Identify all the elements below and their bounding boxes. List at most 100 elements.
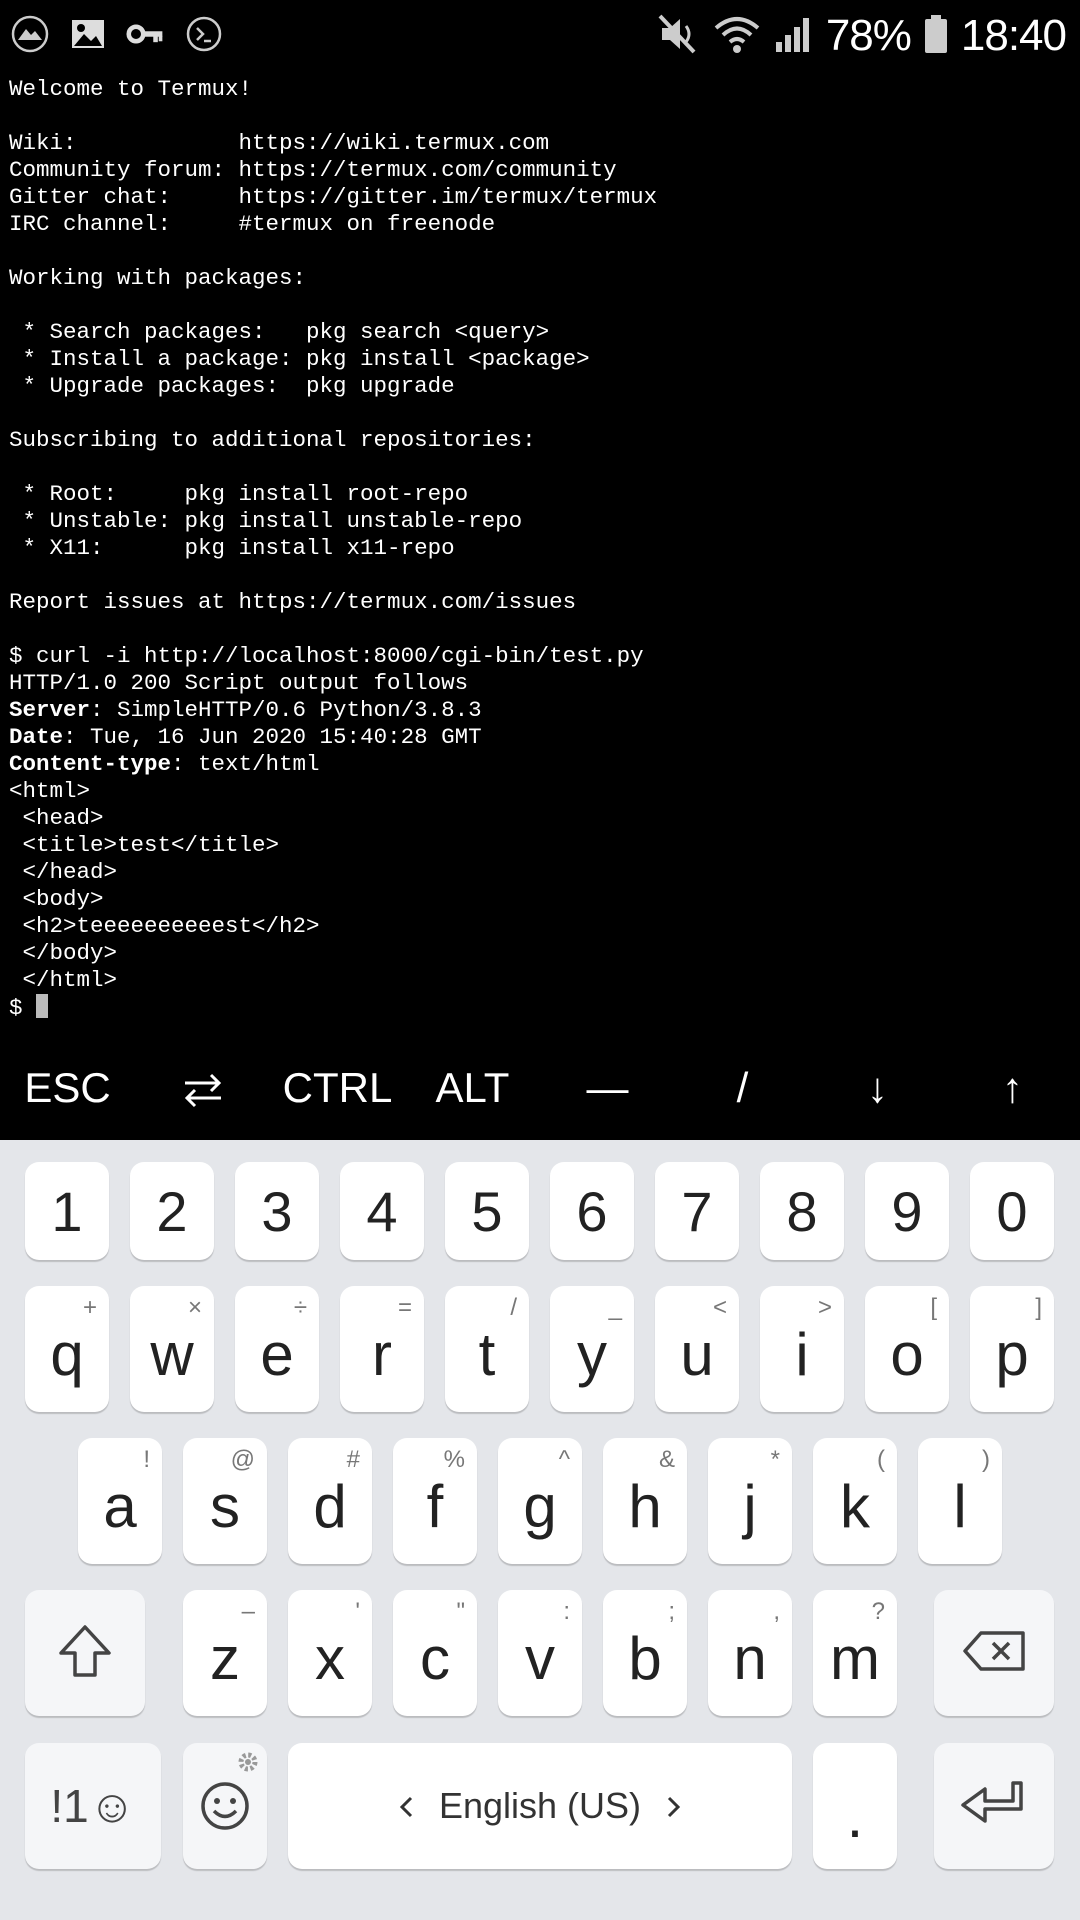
shift-key[interactable] xyxy=(25,1590,145,1716)
key-x[interactable]: x ' xyxy=(288,1590,372,1716)
terminal-line: * Search packages: pkg search <query> xyxy=(9,319,1071,346)
status-bar: 78% 18:40 xyxy=(0,0,1080,72)
slash-key[interactable]: / xyxy=(675,1064,810,1112)
ctrl-key[interactable]: CTRL xyxy=(270,1064,405,1112)
dash-key[interactable]: — xyxy=(540,1064,675,1112)
space-key[interactable]: English (US) xyxy=(288,1743,792,1869)
key-a[interactable]: a! xyxy=(78,1438,162,1564)
cursor xyxy=(36,994,49,1018)
terminal-text: * Search packages: pkg search <query> xyxy=(9,319,550,345)
key-i[interactable]: i > xyxy=(760,1286,844,1412)
key-alt-symbol: & xyxy=(658,1446,675,1473)
key-alt-symbol: , xyxy=(773,1598,780,1625)
terminal-line: Subscribing to additional repositories: xyxy=(9,427,1071,454)
prompt: $ xyxy=(9,995,37,1021)
esc-key[interactable]: ESC xyxy=(0,1064,135,1112)
key-label: 2 xyxy=(156,1179,188,1243)
key-0[interactable]: 0 xyxy=(970,1162,1054,1260)
key-4[interactable]: 4 xyxy=(340,1162,424,1260)
key-label: e xyxy=(260,1320,294,1388)
key-j[interactable]: j * xyxy=(708,1438,792,1564)
key-v[interactable]: v: xyxy=(498,1590,582,1716)
terminal-text: </html> xyxy=(9,967,118,993)
key-w[interactable]: w × xyxy=(130,1286,214,1412)
alt-key[interactable]: ALT xyxy=(405,1064,540,1112)
key-h[interactable]: h & xyxy=(603,1438,687,1564)
down-arrow-key[interactable]: ↓ xyxy=(810,1064,945,1112)
prompt-line[interactable]: $ xyxy=(9,994,1071,1021)
terminal-text: * Install a package: pkg install <packag… xyxy=(9,346,590,372)
key-2[interactable]: 2 xyxy=(130,1162,214,1260)
key-5[interactable]: 5 xyxy=(445,1162,529,1260)
key-3[interactable]: 3 xyxy=(235,1162,319,1260)
up-arrow-key[interactable]: ↑ xyxy=(945,1064,1080,1112)
terminal-line: Working with packages: xyxy=(9,265,1071,292)
terminal-output[interactable]: Welcome to Termux! Wiki: https://wiki.ter… xyxy=(9,76,1071,1031)
key-z[interactable]: z – xyxy=(183,1590,267,1716)
key-9[interactable]: 9 xyxy=(865,1162,949,1260)
terminal-text: <body> xyxy=(9,886,104,912)
key-p[interactable]: p] xyxy=(970,1286,1054,1412)
key-alt-symbol: ) xyxy=(982,1446,990,1473)
key-b[interactable]: b; xyxy=(603,1590,687,1716)
terminal-text: Gitter chat: https://gitter.im/termux/te… xyxy=(9,184,658,210)
key-label: 5 xyxy=(471,1179,503,1243)
terminal-text: : SimpleHTTP/0.6 Python/3.8.3 xyxy=(90,697,482,723)
backspace-key[interactable] xyxy=(934,1590,1054,1716)
key-label: m xyxy=(830,1624,880,1692)
key-alt-symbol: _ xyxy=(608,1294,622,1321)
key-label: a xyxy=(103,1472,137,1540)
key-1[interactable]: 1 xyxy=(25,1162,109,1260)
key-s[interactable]: s @ xyxy=(183,1438,267,1564)
terminal-text: * Upgrade packages: pkg upgrade xyxy=(9,373,455,399)
emoji-key[interactable] xyxy=(183,1743,267,1869)
key-g[interactable]: g ^ xyxy=(498,1438,582,1564)
terminal-text: $ curl -i http://localhost:8000/cgi-bin/… xyxy=(9,643,644,669)
key-t[interactable]: t / xyxy=(445,1286,529,1412)
key-c[interactable]: c " xyxy=(393,1590,477,1716)
key-7[interactable]: 7 xyxy=(655,1162,739,1260)
key-8[interactable]: 8 xyxy=(760,1162,844,1260)
key-label: l xyxy=(953,1472,967,1540)
enter-key[interactable] xyxy=(934,1743,1054,1869)
terminal-text: : text/html xyxy=(171,751,320,777)
terminal-text: IRC channel: #termux on freenode xyxy=(9,211,496,237)
key-m[interactable]: m? xyxy=(813,1590,897,1716)
key-l[interactable]: l) xyxy=(918,1438,1002,1564)
tab-key[interactable] xyxy=(135,1064,270,1112)
key-label: s xyxy=(210,1472,240,1540)
battery-icon xyxy=(923,12,949,61)
key-d[interactable]: d # xyxy=(288,1438,372,1564)
key-e[interactable]: e ÷ xyxy=(235,1286,319,1412)
key-f[interactable]: f% xyxy=(393,1438,477,1564)
key-q[interactable]: q + xyxy=(25,1286,109,1412)
key-n[interactable]: n, xyxy=(708,1590,792,1716)
key-alt-symbol: ; xyxy=(668,1598,675,1625)
key-alt-symbol: ! xyxy=(143,1446,150,1473)
key-u[interactable]: u < xyxy=(655,1286,739,1412)
period-key[interactable]: . xyxy=(813,1743,897,1869)
terminal-text: <h2>teeeeeeeeeest</h2> xyxy=(9,913,320,939)
key-label: 9 xyxy=(891,1179,923,1243)
key-label: k xyxy=(840,1472,870,1540)
key-6[interactable]: 6 xyxy=(550,1162,634,1260)
terminal-line: Welcome to Termux! xyxy=(9,76,1071,103)
key-y[interactable]: y _ xyxy=(550,1286,634,1412)
terminal-line: * Root: pkg install root-repo xyxy=(9,481,1071,508)
symbols-key[interactable]: !1☺ xyxy=(25,1743,161,1869)
key-alt-symbol: ÷ xyxy=(293,1294,307,1321)
key-label: g xyxy=(523,1472,557,1540)
key-label: 8 xyxy=(786,1179,818,1243)
terminal-line: Community forum: https://termux.com/comm… xyxy=(9,157,1071,184)
key-label: j xyxy=(743,1472,757,1540)
key-label: x xyxy=(315,1624,345,1692)
key-r[interactable]: r = xyxy=(340,1286,424,1412)
key-label: 0 xyxy=(996,1179,1028,1243)
key-label: . xyxy=(846,1782,864,1850)
key-o[interactable]: o[ xyxy=(865,1286,949,1412)
key-k[interactable]: k( xyxy=(813,1438,897,1564)
terminal-line: Gitter chat: https://gitter.im/termux/te… xyxy=(9,184,1071,211)
terminal-text: <html> xyxy=(9,778,91,804)
